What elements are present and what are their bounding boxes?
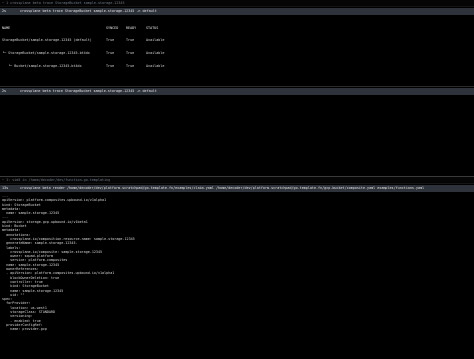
row-synced: True bbox=[106, 64, 115, 69]
pane-title: ~ 1 crossplane beta trace StorageBucket … bbox=[0, 0, 474, 7]
trace-output-table: NAME SYNCED READY STATUS StorageBucket/s… bbox=[0, 16, 474, 78]
pane-title: ~ 1: vim5 in /home/decoder/dev/function-… bbox=[0, 177, 474, 184]
row-synced: True bbox=[106, 38, 115, 43]
row-ready: True bbox=[126, 64, 135, 69]
command-line[interactable]: 13s crossplane beta render /home/decoder… bbox=[0, 185, 474, 192]
output-line: name: provider-gcp bbox=[2, 327, 47, 332]
command-duration: 13s bbox=[2, 186, 9, 190]
row-name: StorageBucket/sample-storage-12345 (defa… bbox=[2, 38, 92, 43]
command-line[interactable]: 2s crossplane beta trace StorageBucket s… bbox=[0, 8, 474, 15]
terminal-pane-render[interactable]: ~ 1: vim5 in /home/decoder/dev/function-… bbox=[0, 177, 474, 359]
row-ready: True bbox=[126, 38, 135, 43]
row-synced: True bbox=[106, 51, 115, 56]
row-name: └─ Bucket/sample-storage-12345-bt4dx bbox=[2, 64, 82, 69]
header-name: NAME bbox=[2, 25, 11, 30]
row-status: Available bbox=[146, 64, 165, 69]
header-synced: SYNCED bbox=[106, 25, 119, 30]
terminal-pane-trace[interactable]: ~ 1 crossplane beta trace StorageBucket … bbox=[0, 0, 474, 86]
row-ready: True bbox=[126, 51, 135, 56]
table-header-row: NAME SYNCED READY STATUS bbox=[2, 26, 472, 30]
command-duration: 2s bbox=[2, 89, 7, 93]
command-text: crossplane beta trace StorageBucket samp… bbox=[20, 89, 157, 93]
header-ready: READY bbox=[126, 25, 137, 30]
table-row: StorageBucket/sample-storage-12345 (defa… bbox=[2, 38, 472, 42]
pane-divider bbox=[0, 86, 474, 87]
command-line[interactable]: 2s crossplane beta trace StorageBucket s… bbox=[0, 88, 474, 95]
render-output: --- apiVersion: platform-composites.upbou… bbox=[0, 193, 474, 333]
command-duration: 2s bbox=[2, 9, 7, 13]
terminal-window: ~ 1 crossplane beta trace StorageBucket … bbox=[0, 0, 474, 359]
row-status: Available bbox=[146, 38, 165, 43]
command-text: crossplane beta render /home/decoder/dev… bbox=[20, 186, 425, 190]
table-row: └─ Bucket/sample-storage-12345-bt4dx Tru… bbox=[2, 64, 472, 68]
table-row: └─ StorageBucket/sample-storage-12345-bt… bbox=[2, 51, 472, 55]
terminal-pane-prompt[interactable]: 2s crossplane beta trace StorageBucket s… bbox=[0, 86, 474, 177]
row-status: Available bbox=[146, 51, 165, 56]
row-name: └─ StorageBucket/sample-storage-12345-bt… bbox=[2, 51, 90, 56]
header-status: STATUS bbox=[146, 25, 159, 30]
command-text: crossplane beta trace StorageBucket samp… bbox=[20, 9, 157, 13]
